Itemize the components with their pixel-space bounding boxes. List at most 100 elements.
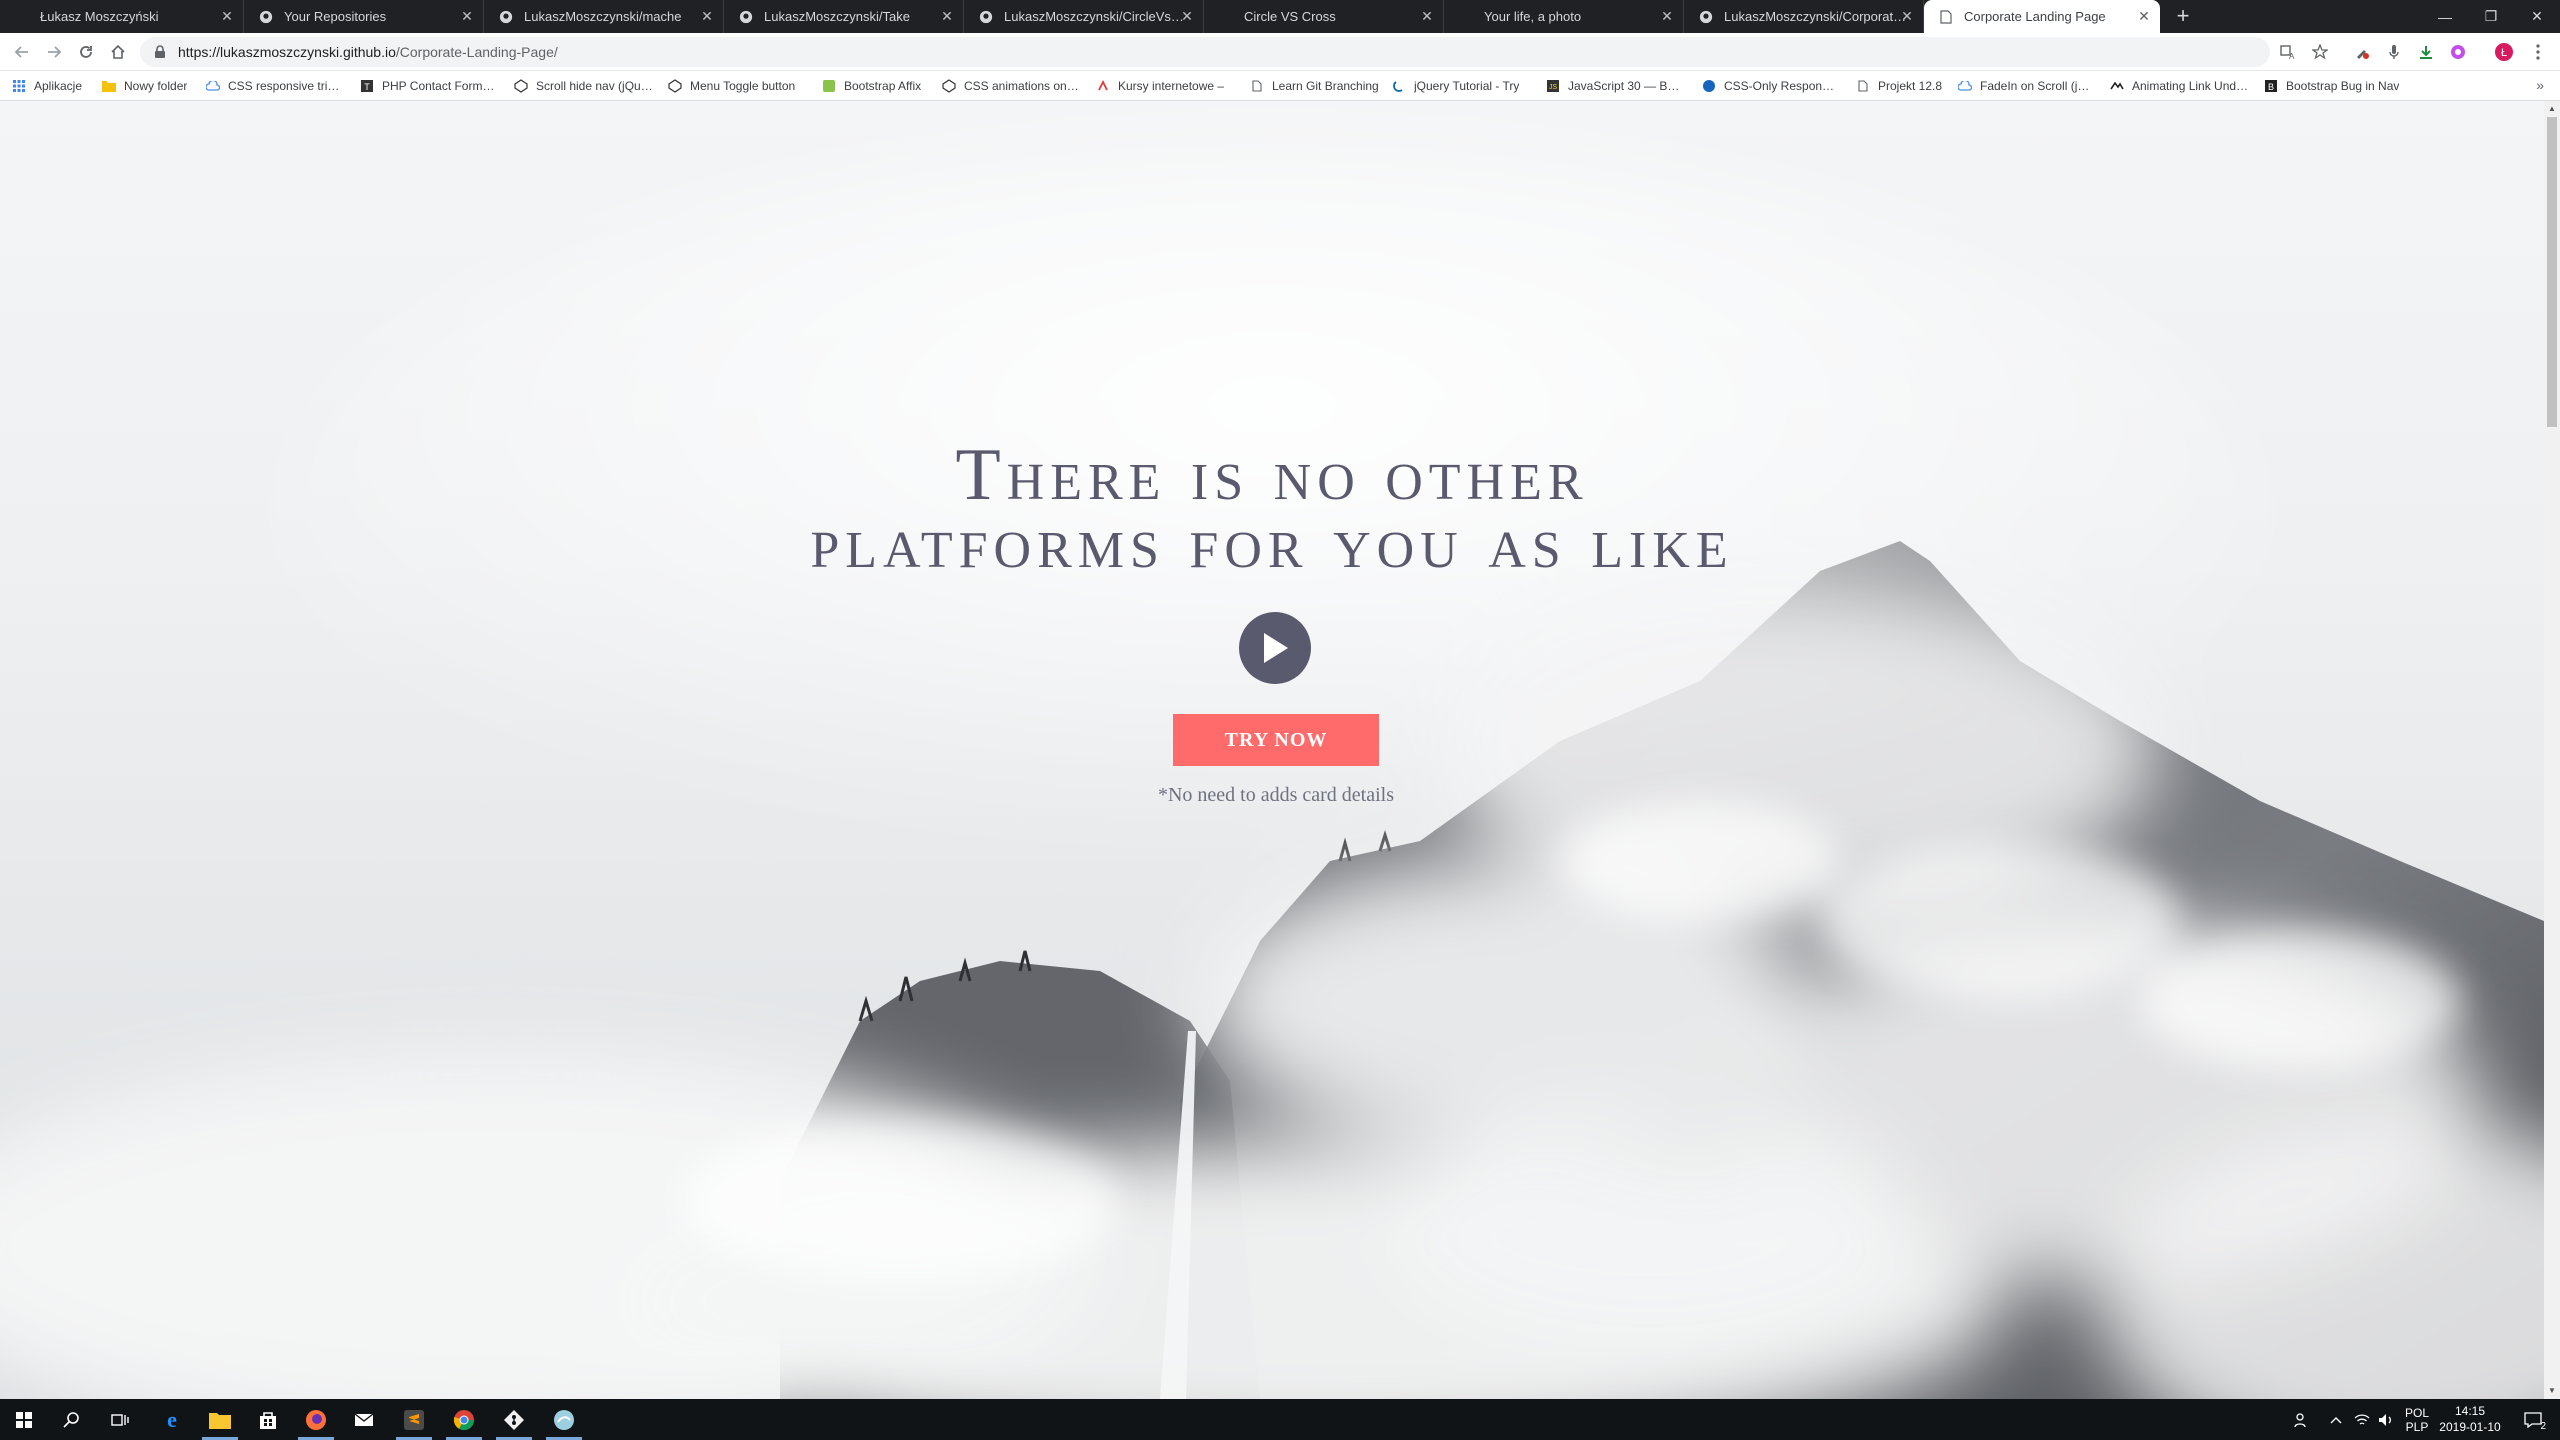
scrollbar-thumb[interactable] <box>2547 117 2557 427</box>
reload-button[interactable] <box>74 40 98 64</box>
codepen-cloud-icon <box>1958 79 1972 93</box>
action-center-button[interactable]: 2 <box>2516 1399 2550 1440</box>
new-tab-button[interactable]: + <box>2170 4 2196 30</box>
close-icon[interactable]: ✕ <box>459 8 475 24</box>
bookmark-item[interactable]: CSS animations on scroll <box>942 77 1082 95</box>
taskbar-store[interactable] <box>244 1399 292 1440</box>
bookmark-label: CSS animations on scroll <box>964 79 1082 93</box>
try-now-button[interactable]: TRY NOW <box>1173 714 1379 766</box>
taskbar-sublime-text[interactable] <box>390 1399 438 1440</box>
bookmark-item[interactable]: Learn Git Branching <box>1250 77 1380 95</box>
network-icon[interactable] <box>2354 1399 2370 1440</box>
taskbar-mail[interactable] <box>340 1399 388 1440</box>
close-icon[interactable]: ✕ <box>219 8 235 24</box>
task-view-button[interactable] <box>96 1399 144 1440</box>
bookmark-item[interactable]: Animating Link Underline <box>2110 77 2250 95</box>
close-icon[interactable]: ✕ <box>1419 8 1435 24</box>
bookmark-item[interactable]: JS JavaScript 30 — Build <box>1546 77 1684 95</box>
tray-chevron-up-icon[interactable] <box>2330 1399 2342 1440</box>
bookmark-item[interactable]: Projekt 12.8 <box>1856 77 1948 95</box>
volume-icon[interactable] <box>2378 1399 2394 1440</box>
menu-kebab-icon[interactable] <box>2528 42 2548 62</box>
close-icon[interactable]: ✕ <box>939 8 955 24</box>
taskbar-firefox[interactable] <box>292 1399 340 1440</box>
browser-tab[interactable]: Circle VS Cross ✕ <box>1204 0 1444 33</box>
js30-icon: JS <box>1546 79 1560 93</box>
extension-microphone-icon[interactable] <box>2384 42 2404 62</box>
translate-icon[interactable]: A <box>2278 42 2298 62</box>
system-clock[interactable]: 14:15 2019-01-10 <box>2430 1403 2510 1435</box>
browser-tab[interactable]: LukaszMoszczynski/mache ✕ <box>484 0 724 33</box>
tab-title: Your life, a photo <box>1484 9 1582 24</box>
bookmark-item[interactable]: Bootstrap Affix <box>822 77 934 95</box>
extension-download-icon[interactable] <box>2416 42 2436 62</box>
play-icon <box>1264 633 1288 663</box>
browser-tab[interactable]: Your life, a photo ✕ <box>1444 0 1684 33</box>
notifications-icon <box>2524 1411 2542 1428</box>
bookmark-item[interactable]: Menu Toggle button <box>668 77 804 95</box>
profile-avatar[interactable]: Ł <box>2494 42 2514 62</box>
extension-color-icon[interactable] <box>2448 42 2468 62</box>
bookmark-apps[interactable]: Aplikacje <box>12 77 92 95</box>
taskbar-chrome[interactable] <box>440 1399 488 1440</box>
taskbar-edge[interactable]: e <box>148 1399 196 1440</box>
chrome-icon <box>453 1409 475 1430</box>
github-icon <box>978 9 994 25</box>
bookmark-item[interactable]: FadeIn on Scroll (jQuery) <box>1958 77 2098 95</box>
close-icon[interactable]: ✕ <box>699 8 715 24</box>
back-button[interactable] <box>10 40 34 64</box>
input-language-indicator[interactable]: POL PLP <box>2402 1399 2432 1440</box>
close-icon[interactable]: ✕ <box>1179 8 1195 24</box>
bookmark-item[interactable]: Scroll hide nav (jQuery) <box>514 77 654 95</box>
bookmark-label: Menu Toggle button <box>690 79 796 93</box>
svg-text:B: B <box>2268 82 2274 92</box>
close-icon[interactable]: ✕ <box>1899 8 1915 24</box>
star-icon[interactable] <box>2310 42 2330 62</box>
svg-text:e: e <box>167 1409 177 1431</box>
bookmark-item[interactable]: CSS-Only Responsive <box>1702 77 1838 95</box>
browser-tab[interactable]: Łukasz Moszczyński ✕ <box>0 0 244 33</box>
home-button[interactable] <box>106 40 130 64</box>
people-icon[interactable] <box>2294 1399 2310 1440</box>
bookmarks-overflow-chevron[interactable]: » <box>2536 77 2544 93</box>
browser-tab[interactable]: LukaszMoszczynski/Take ✕ <box>724 0 964 33</box>
tab-strip: Łukasz Moszczyński ✕ Your Repositories ✕… <box>0 0 2560 33</box>
close-icon[interactable]: ✕ <box>2136 8 2152 24</box>
browser-tab-active[interactable]: Corporate Landing Page ✕ <box>1924 0 2160 33</box>
bookmark-item[interactable]: CSS responsive triangle <box>206 77 346 95</box>
bookmark-label: Animating Link Underline <box>2132 79 2250 93</box>
browser-tab[interactable]: LukaszMoszczynski/CircleVsCross ✕ <box>964 0 1204 33</box>
bookmark-item[interactable]: B Bootstrap Bug in Nav <box>2264 77 2404 95</box>
vertical-scrollbar[interactable]: ▲ ▼ <box>2544 101 2560 1399</box>
tab-title: LukaszMoszczynski/Corporate-Landing-Page <box>1724 9 1909 24</box>
close-window-button[interactable]: ✕ <box>2514 0 2560 33</box>
taskbar-app-bird[interactable] <box>540 1399 588 1440</box>
svg-text:Ł: Ł <box>2501 47 2507 59</box>
tab-title: LukaszMoszczynski/Take <box>764 9 910 24</box>
bookmark-label: Bootstrap Bug in Nav <box>2286 79 2400 93</box>
taskbar-git[interactable] <box>490 1399 538 1440</box>
scroll-up-arrow-icon[interactable]: ▲ <box>2544 101 2560 117</box>
search-button[interactable] <box>48 1399 96 1440</box>
extension-eyedropper-icon[interactable] <box>2352 42 2372 62</box>
address-bar[interactable]: https://lukaszmoszczynski.github.io/Corp… <box>140 37 2270 67</box>
play-video-button[interactable] <box>1239 612 1311 684</box>
windows-taskbar: e POL PLP 14:15 2019-01-10 2 <box>0 1399 2560 1440</box>
start-button[interactable] <box>0 1399 48 1440</box>
codepen-cloud-icon <box>206 79 220 93</box>
browser-tab[interactable]: Your Repositories ✕ <box>244 0 484 33</box>
minimize-button[interactable]: — <box>2422 0 2468 33</box>
scroll-down-arrow-icon[interactable]: ▼ <box>2544 1383 2560 1399</box>
hero-title-line-2: platforms for you as like <box>810 502 1734 584</box>
forward-button[interactable] <box>42 40 66 64</box>
close-icon[interactable]: ✕ <box>1659 8 1675 24</box>
restore-button[interactable]: ❐ <box>2468 0 2514 33</box>
bookmark-item[interactable]: jQuery Tutorial - Try <box>1392 77 1530 95</box>
bookmark-item[interactable]: T PHP Contact Form: C <box>360 77 496 95</box>
tab-title: LukaszMoszczynski/CircleVsCross <box>1004 9 1189 24</box>
bookmark-label: PHP Contact Form: C <box>382 79 496 93</box>
bookmark-item[interactable]: Nowy folder <box>102 77 196 95</box>
taskbar-file-explorer[interactable] <box>196 1399 244 1440</box>
bookmark-item[interactable]: Kursy internetowe – <box>1096 77 1232 95</box>
browser-tab[interactable]: LukaszMoszczynski/Corporate-Landing-Page… <box>1684 0 1924 33</box>
